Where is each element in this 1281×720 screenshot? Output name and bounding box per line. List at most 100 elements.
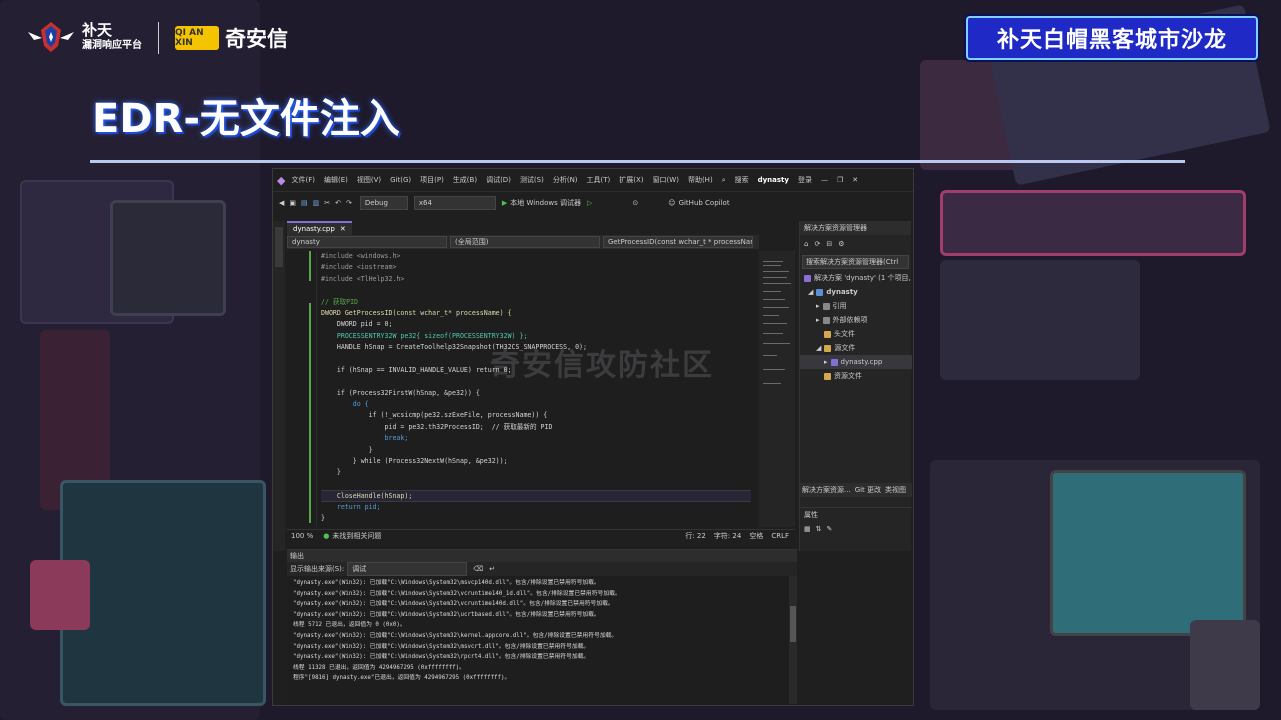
vs-logo-icon: ◆ <box>277 173 286 187</box>
tree-item-resources[interactable]: 资源文件 <box>800 369 912 383</box>
output-line: "dynasty.exe"(Win32): 已加载"C:\Windows\Sys… <box>293 580 600 586</box>
qax-mark-logo: QI AN XIN <box>175 26 219 50</box>
solution-explorer-toolbar: ⌂ ⟳ ⊟ ⚙ <box>800 235 911 253</box>
alphabetical-icon[interactable]: ⇅ <box>816 525 822 533</box>
tree-item-references[interactable]: ▸ 引用 <box>800 299 912 313</box>
document-tabs: dynasty.cpp ✕ <box>287 221 759 235</box>
login-link[interactable]: 登录 <box>798 175 812 185</box>
config-select[interactable]: Debug <box>359 195 408 210</box>
change-bar <box>309 303 311 523</box>
menu-git[interactable]: Git(G) <box>390 176 411 184</box>
breakpoint-icon[interactable]: ⊙ <box>632 199 638 207</box>
output-line: "dynasty.exe"(Win32): 已加载"C:\Windows\Sys… <box>293 590 621 597</box>
tab-solution-explorer[interactable]: 解决方案资源... <box>802 485 851 495</box>
tree-item-external-deps[interactable]: ▸ 外部依赖项 <box>800 313 912 327</box>
start-without-debug-icon[interactable]: ▷ <box>587 199 592 207</box>
properties-title: 属性 <box>804 511 818 519</box>
close-icon[interactable]: ✕ <box>852 176 858 184</box>
save-all-icon[interactable]: ▥ <box>313 199 320 207</box>
zoom-level[interactable]: 100 % <box>291 532 313 540</box>
properties-panel: 属性 ▦ ⇅ ✎ <box>800 507 912 551</box>
brand1-line2: 漏洞响应平台 <box>82 40 142 51</box>
menu-build[interactable]: 生成(B) <box>453 175 477 185</box>
ok-icon: ● <box>323 532 330 540</box>
line-ending[interactable]: CRLF <box>771 532 789 540</box>
visual-studio-window: ◆ 文件(F) 编辑(E) 视图(V) Git(G) 项目(P) 生成(B) 调… <box>272 168 914 706</box>
maximize-icon[interactable]: ❐ <box>837 176 843 184</box>
undo-icon[interactable]: ↶ <box>335 199 341 207</box>
home-icon[interactable]: ⌂ <box>804 240 808 248</box>
output-source-select[interactable]: 调试 <box>347 562 468 576</box>
tree-item-project[interactable]: ◢ dynasty <box>800 285 912 299</box>
tab-git-changes[interactable]: Git 更改 <box>855 485 881 495</box>
menu-window[interactable]: 窗口(W) <box>653 175 679 185</box>
word-wrap-icon[interactable]: ↵ <box>489 565 495 573</box>
nav-scope-dropdown[interactable]: (全局范围) <box>450 236 600 248</box>
code-line: } <box>321 468 341 477</box>
issues-status[interactable]: 未找到相关问题 <box>332 531 381 541</box>
clear-output-icon[interactable]: ⌫ <box>473 565 483 573</box>
save-icon[interactable]: ▤ <box>301 199 308 207</box>
platform-select[interactable]: x64 <box>413 195 496 210</box>
menu-test[interactable]: 测试(S) <box>520 175 544 185</box>
back-icon[interactable]: ◀ <box>279 199 284 207</box>
change-bar <box>309 251 311 281</box>
tree-item-dynasty-cpp[interactable]: ▸ dynasty.cpp <box>800 355 912 369</box>
menu-project[interactable]: 项目(P) <box>420 175 444 185</box>
output-scrollbar[interactable] <box>789 576 797 704</box>
search-icon[interactable]: ⌕ <box>722 176 726 185</box>
code-line: #include <TlHelp32.h> <box>321 274 405 283</box>
tree-item-sources[interactable]: ◢ 源文件 <box>800 341 912 355</box>
tree-item-headers[interactable]: 头文件 <box>800 327 912 341</box>
indent-mode[interactable]: 空格 <box>749 531 763 541</box>
code-line: // 获取PID <box>321 297 359 306</box>
settings-icon[interactable]: ⚙ <box>838 240 844 248</box>
tab-close-icon[interactable]: ✕ <box>340 225 346 233</box>
output-line: "dynasty.exe"(Win32): 已加载"C:\Windows\Sys… <box>293 654 590 661</box>
navigation-bar: dynasty (全局范围) GetProcessID(const wchar_… <box>287 235 759 249</box>
menu-extensions[interactable]: 扩展(X) <box>619 175 643 185</box>
editor-scrollbar-minimap[interactable] <box>759 251 795 527</box>
menu-edit[interactable]: 编辑(E) <box>324 175 348 185</box>
code-line: #include <windows.h> <box>321 252 401 260</box>
menu-file[interactable]: 文件(F) <box>291 175 315 185</box>
copilot-icon[interactable]: ☺ <box>668 199 675 207</box>
expand-icon[interactable]: ◢ <box>808 288 813 296</box>
menu-help[interactable]: 帮助(H) <box>688 175 713 185</box>
menu-view[interactable]: 视图(V) <box>357 175 381 185</box>
tab-dynasty-cpp[interactable]: dynasty.cpp ✕ <box>287 221 352 235</box>
redo-icon[interactable]: ↷ <box>346 199 352 207</box>
code-line: break; <box>321 434 409 443</box>
toolbar: ◀ ▣ ▤ ▥ ✂ ↶ ↷ Debug x64 ▶ 本地 Windows 调试器… <box>273 191 913 213</box>
solution-search-input[interactable]: 搜索解决方案资源管理器(Ctrl <box>802 255 909 269</box>
minimize-icon[interactable]: — <box>821 176 828 184</box>
search-label[interactable]: 搜索 <box>735 175 749 185</box>
solution-name: dynasty <box>757 176 789 184</box>
menu-analyze[interactable]: 分析(N) <box>553 175 578 185</box>
menu-debug[interactable]: 调试(D) <box>486 175 511 185</box>
tab-class-view[interactable]: 类视图 <box>885 485 906 495</box>
code-line: CloseHandle(hSnap); <box>321 490 751 502</box>
toolbox-tab[interactable] <box>275 227 283 267</box>
cut-icon[interactable]: ✂ <box>324 199 330 207</box>
nav-project-dropdown[interactable]: dynasty <box>287 236 447 248</box>
wrench-icon[interactable]: ✎ <box>827 525 833 533</box>
copilot-button[interactable]: GitHub Copilot <box>679 199 730 207</box>
output-line: "dynasty.exe"(Win32): 已加载"C:\Windows\Sys… <box>293 601 614 608</box>
run-button[interactable]: 本地 Windows 调试器 <box>510 198 581 208</box>
code-line: if (!_wcsicmp(pe32.szExeFile, processNam… <box>321 411 548 420</box>
collapse-icon[interactable]: ⊟ <box>826 240 832 248</box>
run-icon[interactable]: ▶ <box>502 199 507 207</box>
sync-icon[interactable]: ⟳ <box>814 240 820 248</box>
output-line: "dynasty.exe"(Win32): 已加载"C:\Windows\Sys… <box>293 632 618 639</box>
solution-explorer: 解决方案资源管理器 ⌂ ⟳ ⊟ ⚙ 搜索解决方案资源管理器(Ctrl 解决方案 … <box>799 221 912 551</box>
new-item-icon[interactable]: ▣ <box>289 199 296 207</box>
tree-item-solution[interactable]: 解决方案 'dynasty' (1 个项目, <box>800 271 912 285</box>
code-editor[interactable]: #include <windows.h> #include <iostream>… <box>287 251 757 527</box>
menu-tools[interactable]: 工具(T) <box>587 175 611 185</box>
categorized-icon[interactable]: ▦ <box>804 525 811 533</box>
nav-function-dropdown[interactable]: GetProcessID(const wchar_t * processName <box>603 236 753 248</box>
output-toolbar: 显示输出来源(S): 调试 ⌫ ↵ <box>287 562 797 576</box>
output-line: 线程 11328 已退出，返回值为 4294967295 (0xffffffff… <box>293 664 465 671</box>
